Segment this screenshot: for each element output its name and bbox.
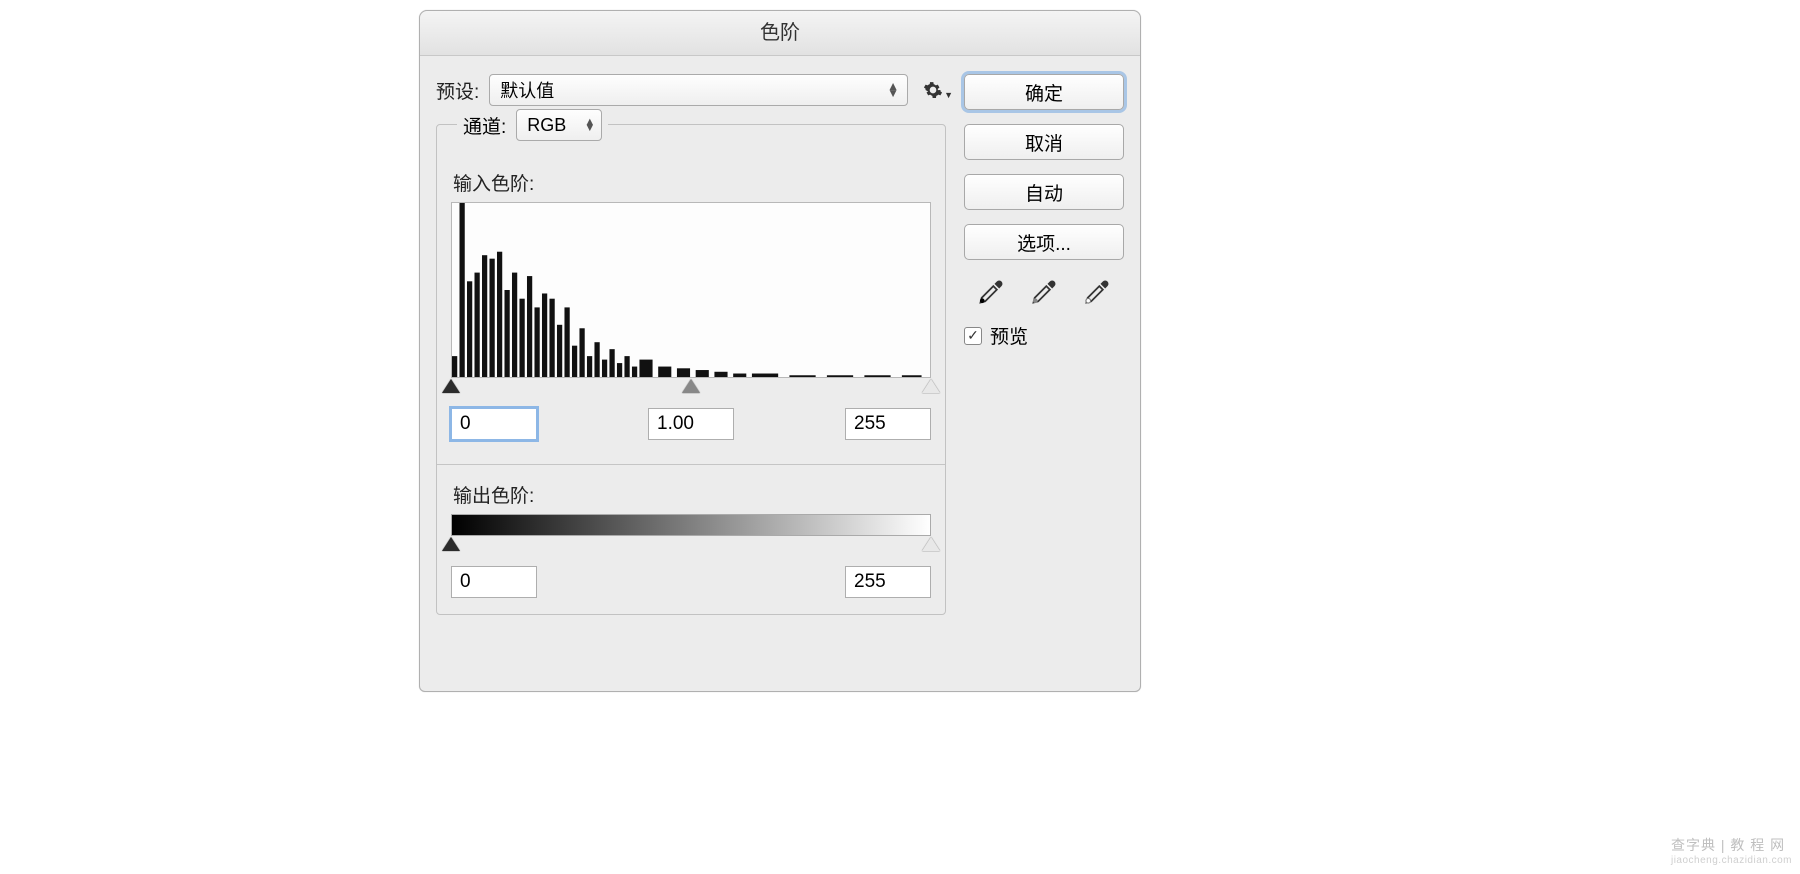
chevron-down-icon: ▼ bbox=[944, 90, 953, 100]
input-gamma-slider[interactable] bbox=[682, 379, 700, 393]
white-point-eyedropper[interactable] bbox=[1081, 274, 1113, 306]
stepper-arrows-icon: ▲▼ bbox=[887, 83, 899, 97]
ok-button[interactable]: 确定 bbox=[964, 74, 1124, 110]
output-levels-label: 输出色阶: bbox=[453, 481, 931, 508]
histogram bbox=[451, 202, 931, 378]
watermark: 查字典 | 教 程 网 jiaocheng.chazidian.com bbox=[1671, 835, 1792, 866]
output-slider-track bbox=[451, 536, 931, 556]
input-white-field[interactable]: 255 bbox=[845, 408, 931, 440]
dialog-title: 色阶 bbox=[420, 11, 1140, 56]
channel-select[interactable]: RGB ▲▼ bbox=[516, 109, 602, 141]
input-slider-track bbox=[451, 378, 931, 398]
preset-select[interactable]: 默认值 ▲▼ bbox=[489, 74, 908, 106]
eyedropper-icon bbox=[1083, 278, 1111, 306]
stepper-arrows-icon: ▲▼ bbox=[584, 119, 595, 131]
preset-value: 默认值 bbox=[500, 77, 554, 103]
black-point-eyedropper[interactable] bbox=[975, 274, 1007, 306]
output-black-field[interactable]: 0 bbox=[451, 566, 537, 598]
auto-button[interactable]: 自动 bbox=[964, 174, 1124, 210]
channel-label: 通道: bbox=[463, 112, 506, 139]
channel-value: RGB bbox=[527, 115, 566, 136]
eyedropper-icon bbox=[1030, 278, 1058, 306]
input-levels-label: 输入色阶: bbox=[453, 169, 931, 196]
cancel-button[interactable]: 取消 bbox=[964, 124, 1124, 160]
output-gradient bbox=[451, 514, 931, 536]
levels-dialog: 色阶 预设: 默认值 ▲▼ ▼ 通道: bbox=[419, 10, 1141, 692]
input-black-slider[interactable] bbox=[442, 379, 460, 393]
preset-label: 预设: bbox=[436, 77, 479, 104]
preview-checkbox[interactable]: ✓ bbox=[964, 327, 982, 345]
preview-checkbox-row[interactable]: ✓ 预览 bbox=[964, 322, 1124, 349]
input-white-slider[interactable] bbox=[922, 379, 940, 393]
preset-menu-button[interactable]: ▼ bbox=[920, 77, 946, 103]
preview-label: 预览 bbox=[990, 322, 1028, 349]
divider bbox=[437, 464, 945, 465]
gray-point-eyedropper[interactable] bbox=[1028, 274, 1060, 306]
output-black-slider[interactable] bbox=[442, 537, 460, 551]
input-gamma-field[interactable]: 1.00 bbox=[648, 408, 734, 440]
gear-icon bbox=[923, 80, 943, 100]
input-black-field[interactable]: 0 bbox=[451, 408, 537, 440]
options-button[interactable]: 选项... bbox=[964, 224, 1124, 260]
output-white-slider[interactable] bbox=[922, 537, 940, 551]
eyedropper-icon bbox=[977, 278, 1005, 306]
output-white-field[interactable]: 255 bbox=[845, 566, 931, 598]
